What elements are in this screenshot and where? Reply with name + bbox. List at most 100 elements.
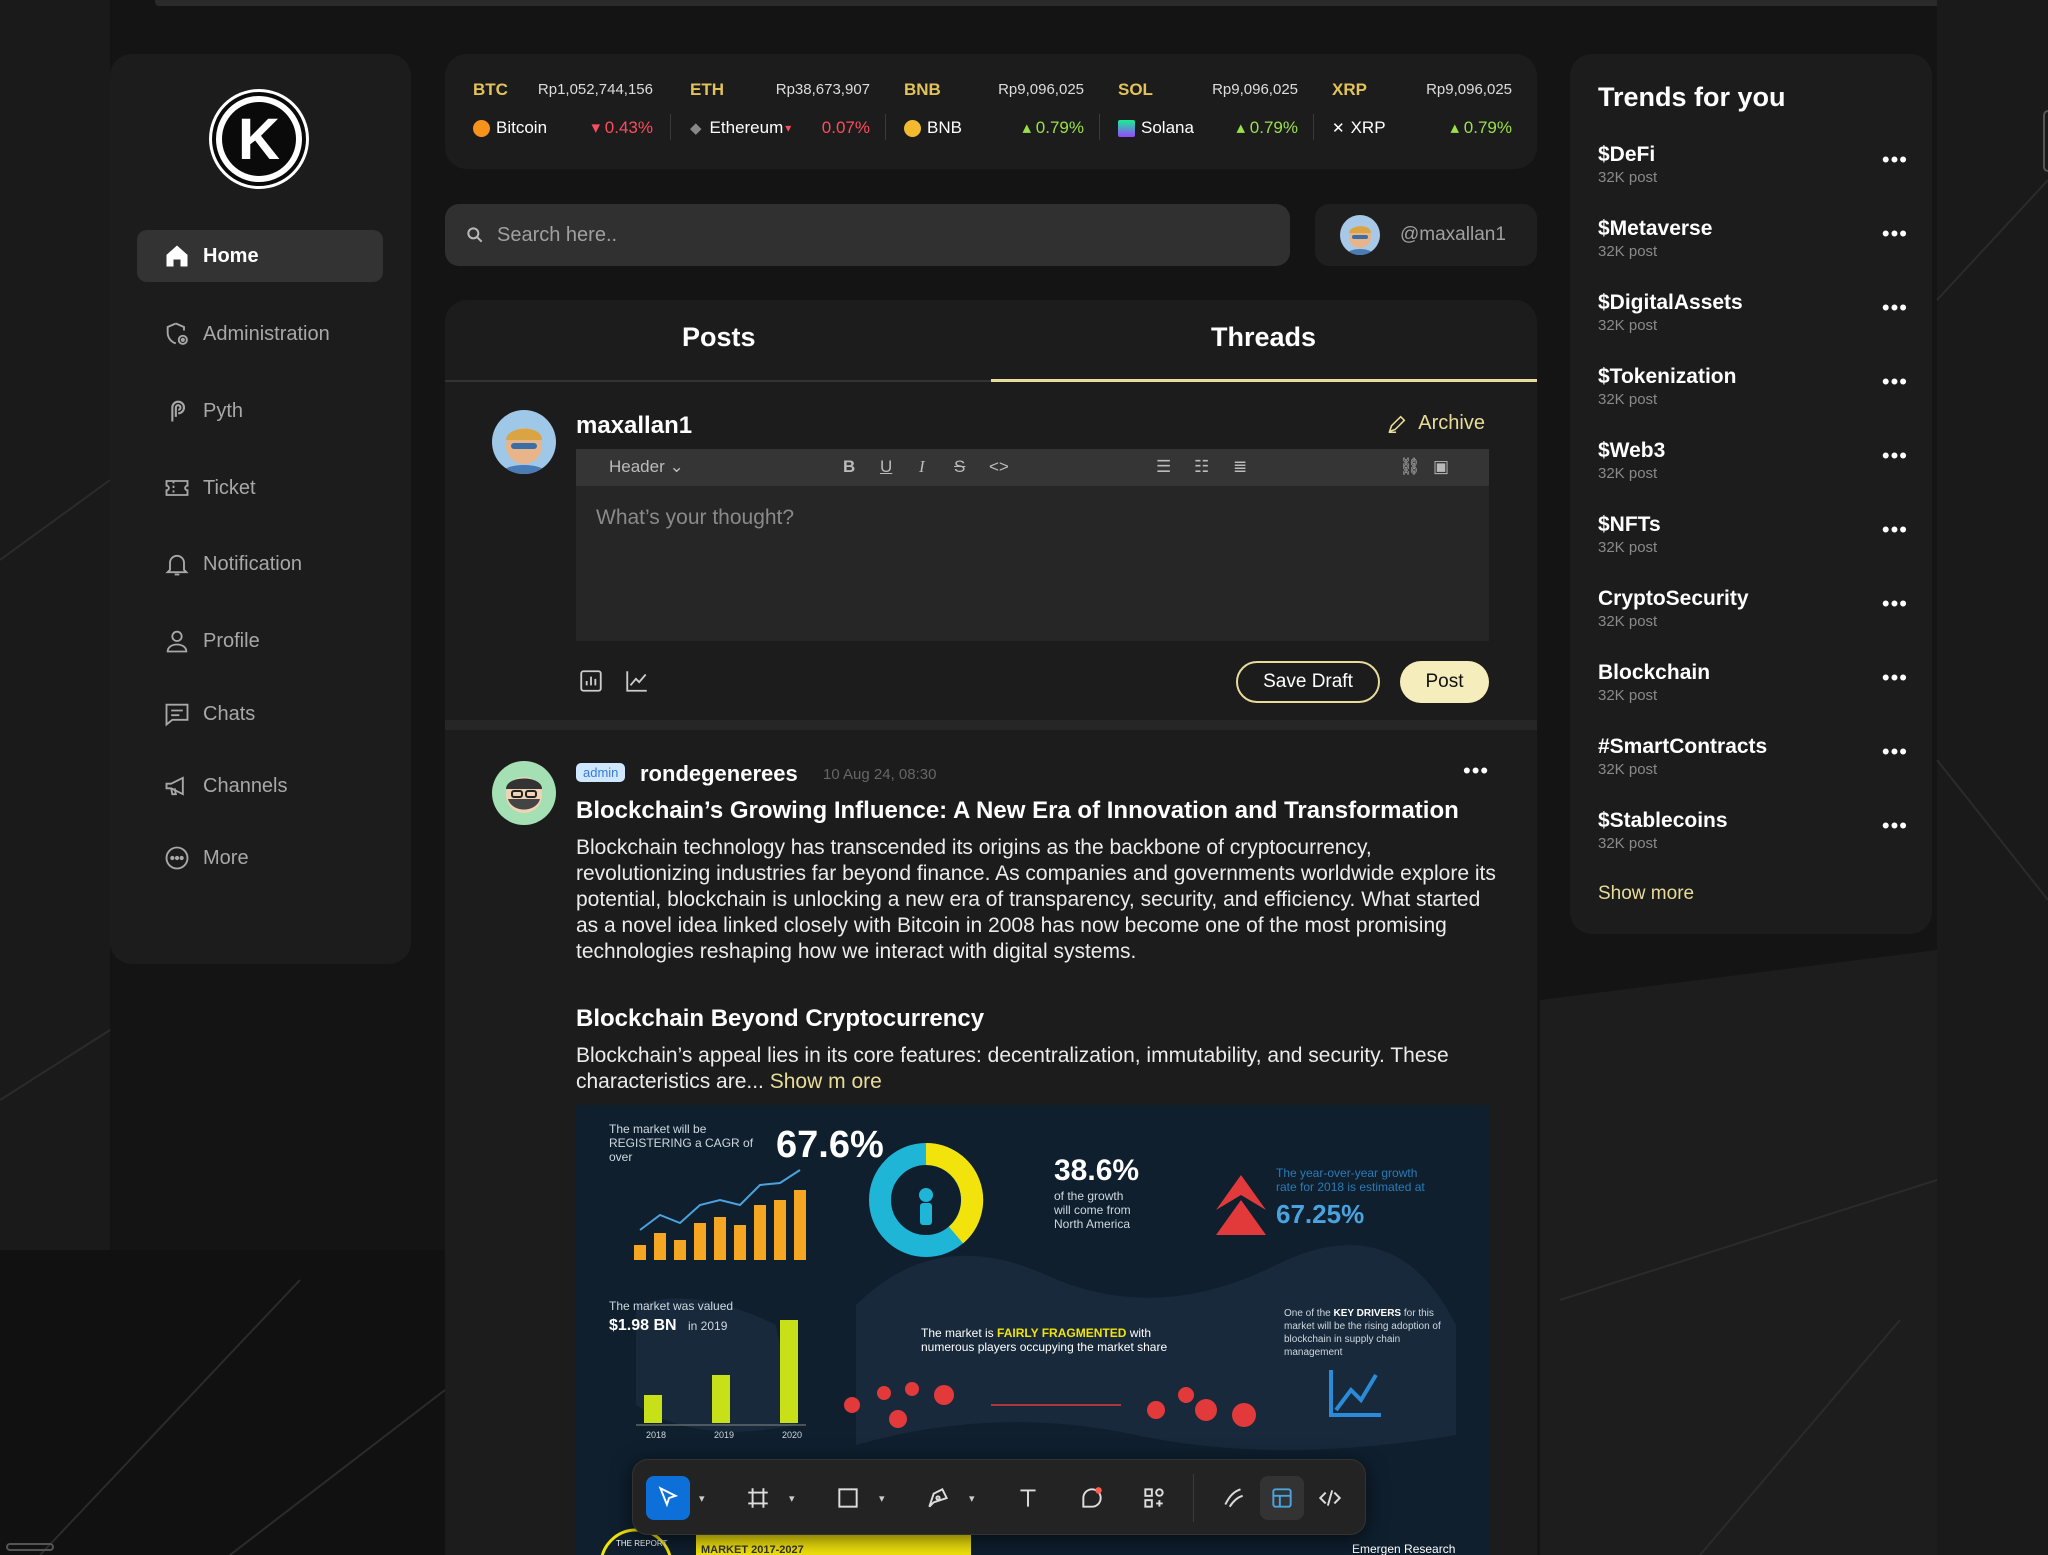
ticker-divider bbox=[885, 114, 886, 140]
bitcoin-icon bbox=[473, 119, 490, 137]
code-icon[interactable]: <> bbox=[989, 457, 1009, 477]
trend-name: $NFTs bbox=[1598, 513, 1661, 536]
sidebar-item-administration[interactable]: Administration bbox=[137, 308, 383, 360]
post-editor[interactable]: What’s your thought? bbox=[576, 486, 1489, 641]
code-icon[interactable] bbox=[1308, 1476, 1352, 1520]
sidebar-item-label: Administration bbox=[203, 322, 330, 345]
sidebar-item-pyth[interactable]: Pyth bbox=[137, 385, 383, 437]
trend-item[interactable]: $DigitalAssets 32K post ••• bbox=[1598, 291, 1908, 334]
bnb-icon bbox=[904, 119, 921, 137]
chevron-down-icon: ⌄ bbox=[669, 457, 684, 476]
align-icon[interactable]: ≣ bbox=[1233, 457, 1247, 477]
avatar bbox=[492, 410, 556, 474]
cagr-value: 67.6% bbox=[776, 1124, 884, 1166]
ticker-coin: BNB bbox=[904, 118, 962, 138]
ticker-price: Rp9,096,025 bbox=[998, 81, 1084, 98]
save-draft-button[interactable]: Save Draft bbox=[1236, 661, 1380, 703]
pen-icon[interactable] bbox=[916, 1476, 960, 1520]
sidebar-item-channels[interactable]: Channels bbox=[137, 760, 383, 812]
trend-item[interactable]: #SmartContracts 32K post ••• bbox=[1598, 735, 1908, 778]
post-button[interactable]: Post bbox=[1400, 661, 1489, 703]
more-options-icon[interactable]: ••• bbox=[1882, 369, 1908, 395]
show-more-link[interactable]: Show more bbox=[1598, 883, 1694, 905]
image-icon[interactable]: ▣ bbox=[1433, 457, 1449, 477]
strikethrough-icon[interactable]: S bbox=[954, 457, 965, 477]
chevron-down-icon[interactable]: ▾ bbox=[879, 1492, 885, 1505]
chat-icon bbox=[165, 703, 189, 727]
na-value: 38.6% bbox=[1054, 1154, 1139, 1187]
sidebar-item-profile[interactable]: Profile bbox=[137, 615, 383, 667]
trend-item[interactable]: $Tokenization 32K post ••• bbox=[1598, 365, 1908, 408]
pyth-icon bbox=[171, 400, 186, 422]
sidebar-item-more[interactable]: More bbox=[137, 832, 383, 884]
rectangle-icon[interactable] bbox=[826, 1476, 870, 1520]
trend-item[interactable]: $NFTs 32K post ••• bbox=[1598, 513, 1908, 556]
text-icon[interactable] bbox=[1006, 1476, 1050, 1520]
logo-letter: K bbox=[222, 102, 296, 176]
more-options-icon[interactable]: ••• bbox=[1882, 443, 1908, 469]
sidebar-item-notification[interactable]: Notification bbox=[137, 538, 383, 590]
sidebar-item-home[interactable]: Home bbox=[137, 230, 383, 282]
tab-posts[interactable]: Posts bbox=[682, 322, 756, 353]
sidebar-item-label: More bbox=[203, 846, 249, 869]
trend-item[interactable]: $Stablecoins 32K post ••• bbox=[1598, 809, 1908, 852]
numbered-list-icon[interactable]: ☷ bbox=[1194, 457, 1209, 477]
link-icon[interactable]: ⛓ bbox=[1399, 457, 1421, 477]
trend-item[interactable]: Blockchain 32K post ••• bbox=[1598, 661, 1908, 704]
dev-mode-icon[interactable] bbox=[1260, 1476, 1304, 1520]
components-icon[interactable] bbox=[1132, 1476, 1176, 1520]
more-options-icon[interactable]: ••• bbox=[1882, 147, 1908, 173]
sidebar-item-label: Ticket bbox=[203, 476, 256, 499]
draw-icon[interactable] bbox=[1212, 1476, 1256, 1520]
ticker-divider bbox=[1313, 114, 1314, 140]
trend-name: Blockchain bbox=[1598, 661, 1711, 684]
ticker-change: ▴ 0.79% bbox=[1236, 118, 1298, 137]
comment-icon[interactable] bbox=[1070, 1476, 1114, 1520]
frame-icon[interactable] bbox=[736, 1476, 780, 1520]
sidebar-item-ticket[interactable]: Ticket bbox=[137, 462, 383, 514]
valued-text: The market was valued bbox=[609, 1299, 733, 1313]
chevron-down-icon[interactable]: ▾ bbox=[789, 1492, 795, 1505]
trend-item[interactable]: $Web3 32K post ••• bbox=[1598, 439, 1908, 482]
sidebar-item-chats[interactable]: Chats bbox=[137, 688, 383, 740]
more-options-icon[interactable]: ••• bbox=[1882, 591, 1908, 617]
ethereum-icon: ◆ bbox=[690, 120, 702, 137]
chart-icon[interactable] bbox=[624, 668, 650, 694]
trend-item[interactable]: $DeFi 32K post ••• bbox=[1598, 143, 1908, 186]
more-options-icon[interactable]: ••• bbox=[1882, 739, 1908, 765]
ticker-price: Rp9,096,025 bbox=[1426, 81, 1512, 98]
move-icon[interactable] bbox=[646, 1476, 690, 1520]
italic-icon[interactable]: I bbox=[919, 457, 925, 477]
bullet-list-icon[interactable]: ☰ bbox=[1156, 457, 1171, 477]
ticker-change-value: 0.43% bbox=[604, 118, 653, 137]
user-account-chip[interactable]: @maxallan1 bbox=[1315, 204, 1537, 266]
ticker-symbol: ETH bbox=[690, 80, 724, 99]
show-more-link[interactable]: Show m ore bbox=[770, 1070, 882, 1093]
underline-icon[interactable]: U bbox=[880, 457, 892, 477]
tab-threads[interactable]: Threads bbox=[1211, 322, 1316, 353]
more-options-icon[interactable]: ••• bbox=[1882, 295, 1908, 321]
trend-count: 32K post bbox=[1598, 169, 1658, 186]
more-options-icon[interactable]: ••• bbox=[1882, 665, 1908, 691]
app-logo[interactable]: K bbox=[212, 92, 306, 186]
post-body-2: Blockchain’s appeal lies in its core fea… bbox=[576, 1043, 1496, 1095]
chevron-down-icon[interactable]: ▾ bbox=[699, 1492, 705, 1505]
archive-button[interactable]: Archive bbox=[1386, 412, 1485, 435]
trend-name: $Metaverse bbox=[1598, 217, 1713, 240]
more-options-icon[interactable]: ••• bbox=[1463, 758, 1489, 784]
ticker-symbol: BNB bbox=[904, 80, 941, 99]
side-handle[interactable] bbox=[2043, 110, 2048, 172]
trend-item[interactable]: $Metaverse 32K post ••• bbox=[1598, 217, 1908, 260]
poll-icon[interactable] bbox=[578, 668, 604, 694]
more-options-icon[interactable]: ••• bbox=[1882, 813, 1908, 839]
trend-item[interactable]: CryptoSecurity 32K post ••• bbox=[1598, 587, 1908, 630]
post-title: Blockchain’s Growing Influence: A New Er… bbox=[576, 797, 1459, 824]
header-select-value: Header bbox=[609, 457, 665, 476]
more-options-icon[interactable]: ••• bbox=[1882, 221, 1908, 247]
chevron-down-icon[interactable]: ▾ bbox=[969, 1492, 975, 1505]
post-author[interactable]: rondegenerees bbox=[640, 761, 798, 787]
header-select[interactable]: Header ⌄ bbox=[609, 457, 684, 477]
bold-icon[interactable]: B bbox=[843, 457, 855, 477]
search-input[interactable]: Search here.. bbox=[445, 204, 1290, 266]
more-options-icon[interactable]: ••• bbox=[1882, 517, 1908, 543]
